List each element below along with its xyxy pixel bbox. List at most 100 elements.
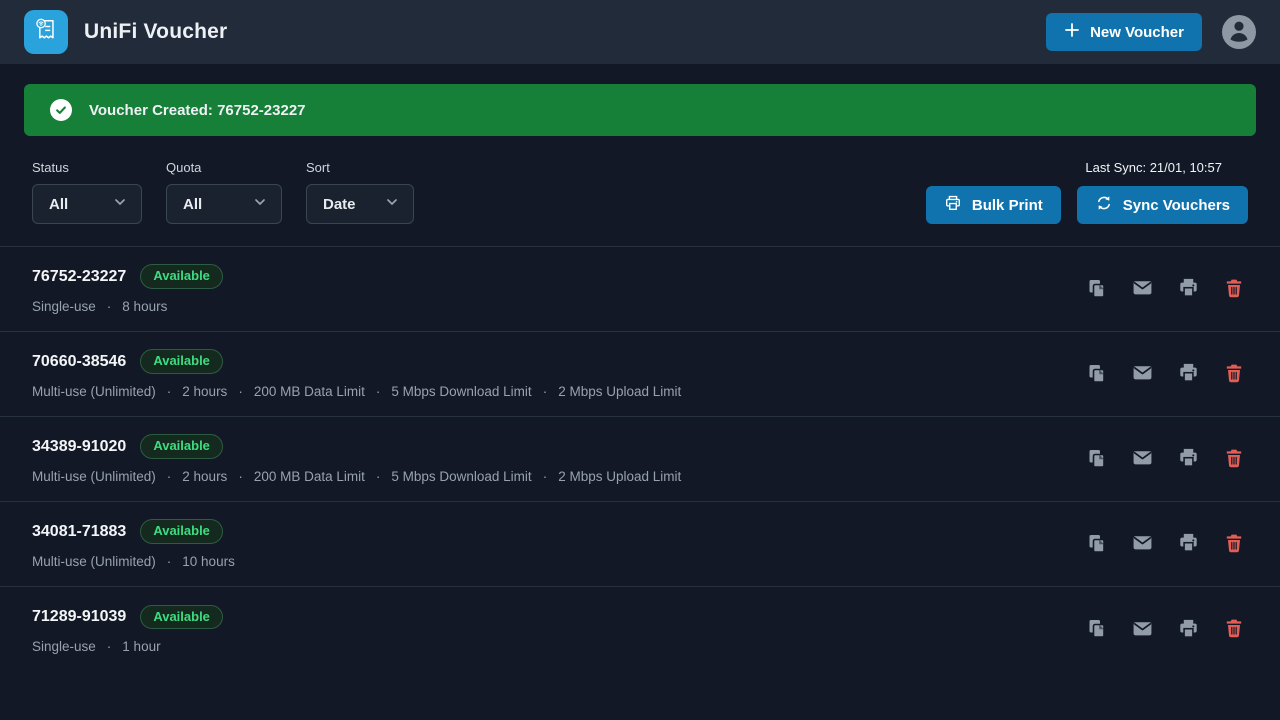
copy-voucher-button[interactable] [1086,534,1106,554]
copy-voucher-button[interactable] [1086,279,1106,299]
delete-voucher-button[interactable] [1224,279,1244,299]
detail-separator: · [376,469,381,484]
detail-item: 8 hours [122,299,167,314]
email-voucher-button[interactable] [1132,620,1152,640]
detail-item: Multi-use (Unlimited) [32,384,156,399]
detail-separator: · [543,469,548,484]
quota-filter-label: Quota [166,160,282,175]
detail-item: 200 MB Data Limit [254,469,365,484]
voucher-code: 34081-71883 [32,523,126,541]
detail-separator: · [238,469,243,484]
envelope-icon [1132,532,1153,556]
voucher-row: 76752-23227 Available Single-use·8 hours [0,247,1280,332]
detail-separator: · [107,639,112,654]
sort-filter-field: Sort Date [306,160,414,224]
detail-item: 5 Mbps Download Limit [391,384,531,399]
detail-item: Single-use [32,299,96,314]
envelope-icon [1132,618,1153,642]
delete-voucher-button[interactable] [1224,449,1244,469]
trash-icon [1224,533,1244,556]
copy-icon [1086,533,1106,556]
user-avatar[interactable] [1222,15,1256,49]
trash-icon [1224,278,1244,301]
print-voucher-button[interactable] [1178,620,1198,640]
email-voucher-button[interactable] [1132,279,1152,299]
trash-icon [1224,363,1244,386]
email-voucher-button[interactable] [1132,364,1152,384]
delete-voucher-button[interactable] [1224,364,1244,384]
plus-icon [1064,22,1080,42]
sort-filter-label: Sort [306,160,414,175]
print-voucher-button[interactable] [1178,279,1198,299]
bulk-print-label: Bulk Print [972,197,1043,214]
voucher-receipt-wifi-icon [29,13,63,52]
detail-separator: · [376,384,381,399]
envelope-icon [1132,447,1153,471]
status-filter-field: Status All [32,160,142,224]
voucher-row: 70660-38546 Available Multi-use (Unlimit… [0,332,1280,417]
copy-voucher-button[interactable] [1086,364,1106,384]
detail-item: 2 Mbps Upload Limit [558,384,681,399]
quota-filter-field: Quota All [166,160,282,224]
detail-item: 2 hours [182,384,227,399]
detail-item: Multi-use (Unlimited) [32,469,156,484]
voucher-code: 71289-91039 [32,608,126,626]
detail-item: Multi-use (Unlimited) [32,554,156,569]
copy-icon [1086,278,1106,301]
detail-separator: · [543,384,548,399]
status-filter-label: Status [32,160,142,175]
bulk-print-button[interactable]: Bulk Print [926,186,1061,224]
email-voucher-button[interactable] [1132,449,1152,469]
voucher-details: Multi-use (Unlimited) · 10 hours [32,554,235,569]
detail-separator: · [167,384,172,399]
quota-filter-value: All [183,196,202,213]
status-filter-select[interactable]: All [32,184,142,224]
print-voucher-button[interactable] [1178,449,1198,469]
new-voucher-button[interactable]: New Voucher [1046,13,1202,51]
voucher-row: 71289-91039 Available Single-use·1 hour [0,587,1280,672]
sort-filter-select[interactable]: Date [306,184,414,224]
voucher-status-badge: Available [140,264,223,289]
detail-separator: · [167,554,172,569]
printer-icon [1178,447,1199,471]
voucher-row: 34081-71883 Available Multi-use (Unlimit… [0,502,1280,587]
quota-filter-select[interactable]: All [166,184,282,224]
voucher-status-badge: Available [140,519,223,544]
chevron-down-icon [112,194,128,215]
banner-message: Voucher Created: 76752-23227 [89,102,306,119]
detail-item: 10 hours [182,554,235,569]
last-sync-text: Last Sync: 21/01, 10:57 [1085,160,1222,175]
page-title: UniFi Voucher [84,20,227,44]
trash-icon [1224,448,1244,471]
print-voucher-button[interactable] [1178,534,1198,554]
email-voucher-button[interactable] [1132,534,1152,554]
success-banner: Voucher Created: 76752-23227 [24,84,1256,136]
voucher-details: Single-use·1 hour [32,639,223,654]
print-voucher-button[interactable] [1178,364,1198,384]
printer-icon [1178,618,1199,642]
envelope-icon [1132,277,1153,301]
copy-icon [1086,363,1106,386]
detail-separator: · [238,384,243,399]
voucher-code: 76752-23227 [32,268,126,286]
voucher-details: Multi-use (Unlimited)·2 hours·200 MB Dat… [32,384,681,399]
person-icon [1222,13,1256,52]
detail-item: 5 Mbps Download Limit [391,469,531,484]
voucher-details: Single-use·8 hours [32,299,223,314]
copy-voucher-button[interactable] [1086,620,1106,640]
app-logo [24,10,68,54]
delete-voucher-button[interactable] [1224,534,1244,554]
delete-voucher-button[interactable] [1224,620,1244,640]
filter-bar: Status All Quota All Sort Date [24,160,1256,224]
voucher-status-badge: Available [140,605,223,630]
sort-filter-value: Date [323,196,356,213]
printer-icon [1178,277,1199,301]
voucher-status-badge: Available [140,349,223,374]
new-voucher-label: New Voucher [1090,24,1184,41]
chevron-down-icon [384,194,400,215]
detail-item: 2 hours [182,469,227,484]
app-header: UniFi Voucher New Voucher [0,0,1280,64]
copy-voucher-button[interactable] [1086,449,1106,469]
copy-icon [1086,448,1106,471]
sync-vouchers-button[interactable]: Sync Vouchers [1077,186,1248,224]
